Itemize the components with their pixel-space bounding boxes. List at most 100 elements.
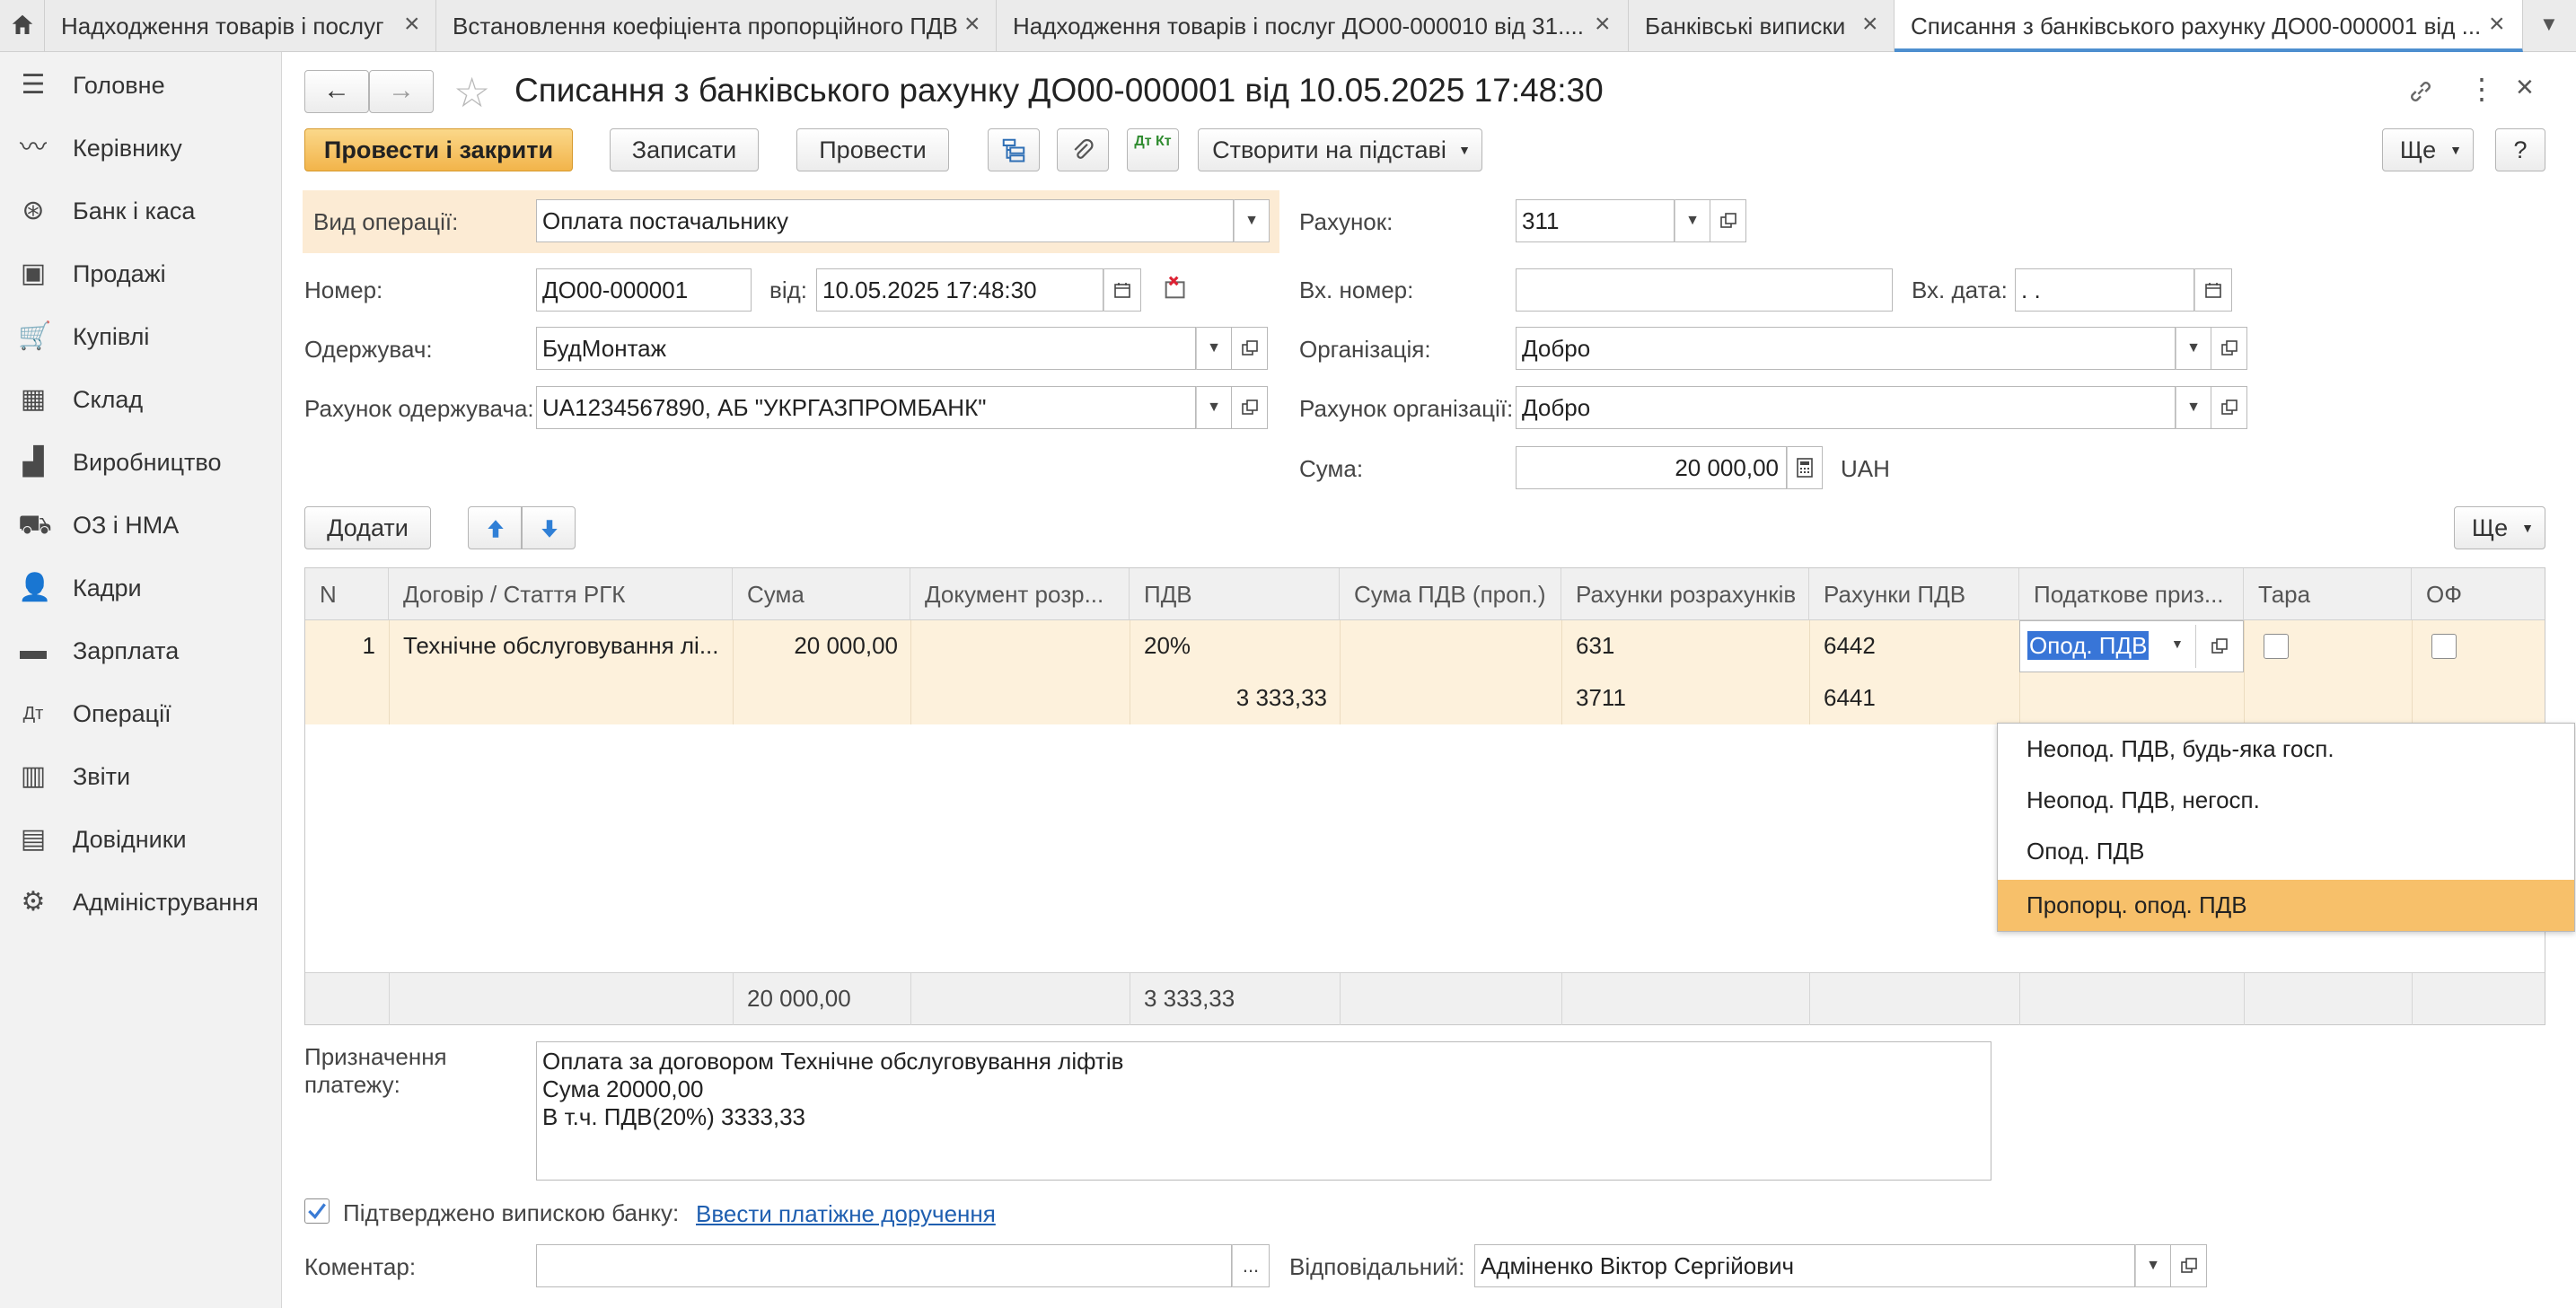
attach-button[interactable] [1057, 128, 1109, 171]
help-button[interactable]: ? [2495, 128, 2545, 171]
responsible-open-button[interactable] [2171, 1244, 2207, 1287]
cell-n[interactable]: 1 [305, 620, 375, 671]
open-window-icon[interactable] [2211, 637, 2229, 655]
org-open-button[interactable] [2211, 327, 2247, 370]
dt-kt-button[interactable]: Дт Кт [1127, 128, 1179, 171]
date-field[interactable]: 10.05.2025 17:48:30 [816, 268, 1103, 312]
sidebar-item-hr[interactable]: 👤 Кадри [0, 557, 282, 619]
more-vert-icon[interactable]: ⋮ [2467, 72, 2496, 106]
column-header-tara[interactable]: Тара [2244, 568, 2412, 620]
recipient-dropdown[interactable]: ▼ [1196, 327, 1232, 370]
move-up-button[interactable] [468, 506, 522, 549]
sidebar-item-bank-cash[interactable]: ⊛ Банк і каса [0, 180, 282, 242]
caret-down-icon[interactable]: ▼ [2171, 636, 2184, 651]
calculator-button[interactable] [1787, 446, 1823, 489]
cell-vat-account[interactable]: 6442 [1824, 620, 2012, 671]
column-header-sum[interactable]: Сума [733, 568, 910, 620]
column-header-of[interactable]: ОФ [2412, 568, 2545, 620]
org-account-open-button[interactable] [2211, 386, 2247, 429]
column-header-contract[interactable]: Договір / Стаття РГК [389, 568, 733, 620]
column-header-vat-prop[interactable]: Сума ПДВ (проп.) [1340, 568, 1561, 620]
sidebar-item-operations[interactable]: Дт Операції [0, 682, 282, 745]
close-icon[interactable]: × [1595, 9, 1611, 40]
sidebar-item-main[interactable]: ☰ Головне [0, 54, 282, 117]
back-button[interactable]: ← [304, 70, 369, 113]
sidebar-item-purchases[interactable]: 🛒 Купівлі [0, 305, 282, 368]
close-icon[interactable]: × [404, 9, 420, 40]
close-icon[interactable]: × [964, 9, 980, 40]
cell-settlement-account[interactable]: 631 [1576, 620, 1800, 671]
org-field[interactable]: Добро [1516, 327, 2176, 370]
org-dropdown[interactable]: ▼ [2176, 327, 2211, 370]
sidebar-item-production[interactable]: ▟ Виробництво [0, 431, 282, 494]
tara-checkbox[interactable] [2264, 634, 2289, 659]
sidebar-item-salary[interactable]: ▬ Зарплата [0, 619, 282, 682]
recipient-account-open-button[interactable] [1232, 386, 1268, 429]
tab-bank-statements[interactable]: Банківські виписки × [1629, 0, 1895, 52]
dropdown-option[interactable]: Опод. ПДВ [1998, 826, 2574, 877]
column-header-vat-accounts[interactable]: Рахунки ПДВ [1809, 568, 2019, 620]
sidebar-item-management[interactable]: 〰 Керівнику [0, 117, 282, 180]
column-header-n[interactable]: N [305, 568, 389, 620]
tax-attr-editor[interactable]: Опод. ПДВ ▼ [2019, 620, 2244, 672]
clear-date-icon[interactable] [1161, 272, 1191, 303]
op-type-field[interactable]: Оплата постачальнику [536, 199, 1234, 242]
recipient-field[interactable]: БудМонтаж [536, 327, 1196, 370]
tax-attr-input[interactable]: Опод. ПДВ [2027, 631, 2150, 660]
sidebar-item-admin[interactable]: ⚙ Адміністрування [0, 871, 282, 934]
star-icon[interactable]: ☆ [453, 68, 490, 117]
comment-more-button[interactable]: ... [1232, 1244, 1270, 1287]
column-header-vat[interactable]: ПДВ [1130, 568, 1340, 620]
purpose-textarea[interactable]: Оплата за договором Технічне обслуговува… [536, 1041, 1991, 1181]
org-account-dropdown[interactable]: ▼ [2176, 386, 2211, 429]
tab-goods-receipt-doc[interactable]: Надходження товарів і послуг ДО00-000010… [997, 0, 1629, 52]
op-type-dropdown[interactable]: ▼ [1234, 199, 1270, 242]
close-icon[interactable]: × [2516, 70, 2534, 105]
dropdown-option[interactable]: Неопод. ПДВ, негосп. [1998, 775, 2574, 826]
recipient-account-dropdown[interactable]: ▼ [1196, 386, 1232, 429]
account-dropdown[interactable]: ▼ [1675, 199, 1710, 242]
account-open-button[interactable] [1710, 199, 1746, 242]
column-header-tax-attr[interactable]: Податкове приз... [2019, 568, 2244, 620]
add-row-button[interactable]: Додати [304, 506, 431, 549]
in-date-field[interactable]: . . [2015, 268, 2194, 312]
sidebar-item-references[interactable]: ▤ Довідники [0, 808, 282, 871]
calendar-button[interactable] [1103, 268, 1141, 312]
dropdown-option-selected[interactable]: Пропорц. опод. ПДВ [1998, 880, 2574, 931]
recipient-open-button[interactable] [1232, 327, 1268, 370]
tab-bank-writeoff[interactable]: Списання з банківського рахунку ДО00-000… [1895, 0, 2523, 52]
of-checkbox[interactable] [2431, 634, 2457, 659]
move-down-button[interactable] [522, 506, 576, 549]
sum-field[interactable]: 20 000,00 [1516, 446, 1787, 489]
column-header-document[interactable]: Документ розр... [910, 568, 1130, 620]
close-icon[interactable]: × [1862, 9, 1878, 40]
number-field[interactable]: ДО00-000001 [536, 268, 752, 312]
responsible-field[interactable]: Адміненко Віктор Сергійович [1474, 1244, 2135, 1287]
sidebar-item-fixed-assets[interactable]: ⛟ ОЗ і НМА [0, 494, 282, 557]
table-more-button[interactable]: Ще ▼ [2454, 506, 2545, 549]
recipient-account-field[interactable]: UA1234567890, АБ "УКРГАЗПРОМБАНК" [536, 386, 1196, 429]
home-tab[interactable] [0, 0, 45, 52]
post-button[interactable]: Провести [796, 128, 949, 171]
cell-advance-account[interactable]: 3711 [1576, 672, 1800, 723]
save-button[interactable]: Записати [610, 128, 759, 171]
account-field[interactable]: 311 [1516, 199, 1675, 242]
cell-vat-account-2[interactable]: 6441 [1824, 672, 2012, 723]
cell-vat-rate[interactable]: 20% [1144, 620, 1332, 671]
sidebar-item-sales[interactable]: ▣ Продажі [0, 242, 282, 305]
structure-button[interactable] [988, 128, 1040, 171]
cell-sum[interactable]: 20 000,00 [733, 620, 898, 671]
confirmed-checkbox[interactable] [304, 1198, 330, 1224]
cell-vat-sum[interactable]: 3 333,33 [1130, 672, 1327, 723]
org-account-field[interactable]: Добро [1516, 386, 2176, 429]
post-and-close-button[interactable]: Провести і закрити [304, 128, 573, 171]
enter-payment-order-link[interactable]: Ввести платіжне доручення [696, 1200, 996, 1228]
tab-goods-receipt[interactable]: Надходження товарів і послуг × [45, 0, 436, 52]
in-number-field[interactable] [1516, 268, 1893, 312]
in-date-calendar-button[interactable] [2194, 268, 2232, 312]
comment-field[interactable] [536, 1244, 1232, 1287]
link-icon[interactable] [2406, 77, 2435, 106]
responsible-dropdown[interactable]: ▼ [2135, 1244, 2171, 1287]
dropdown-option[interactable]: Неопод. ПДВ, будь-яка госп. [1998, 724, 2574, 775]
tabs-overflow-button[interactable]: ▼ [2523, 0, 2576, 52]
